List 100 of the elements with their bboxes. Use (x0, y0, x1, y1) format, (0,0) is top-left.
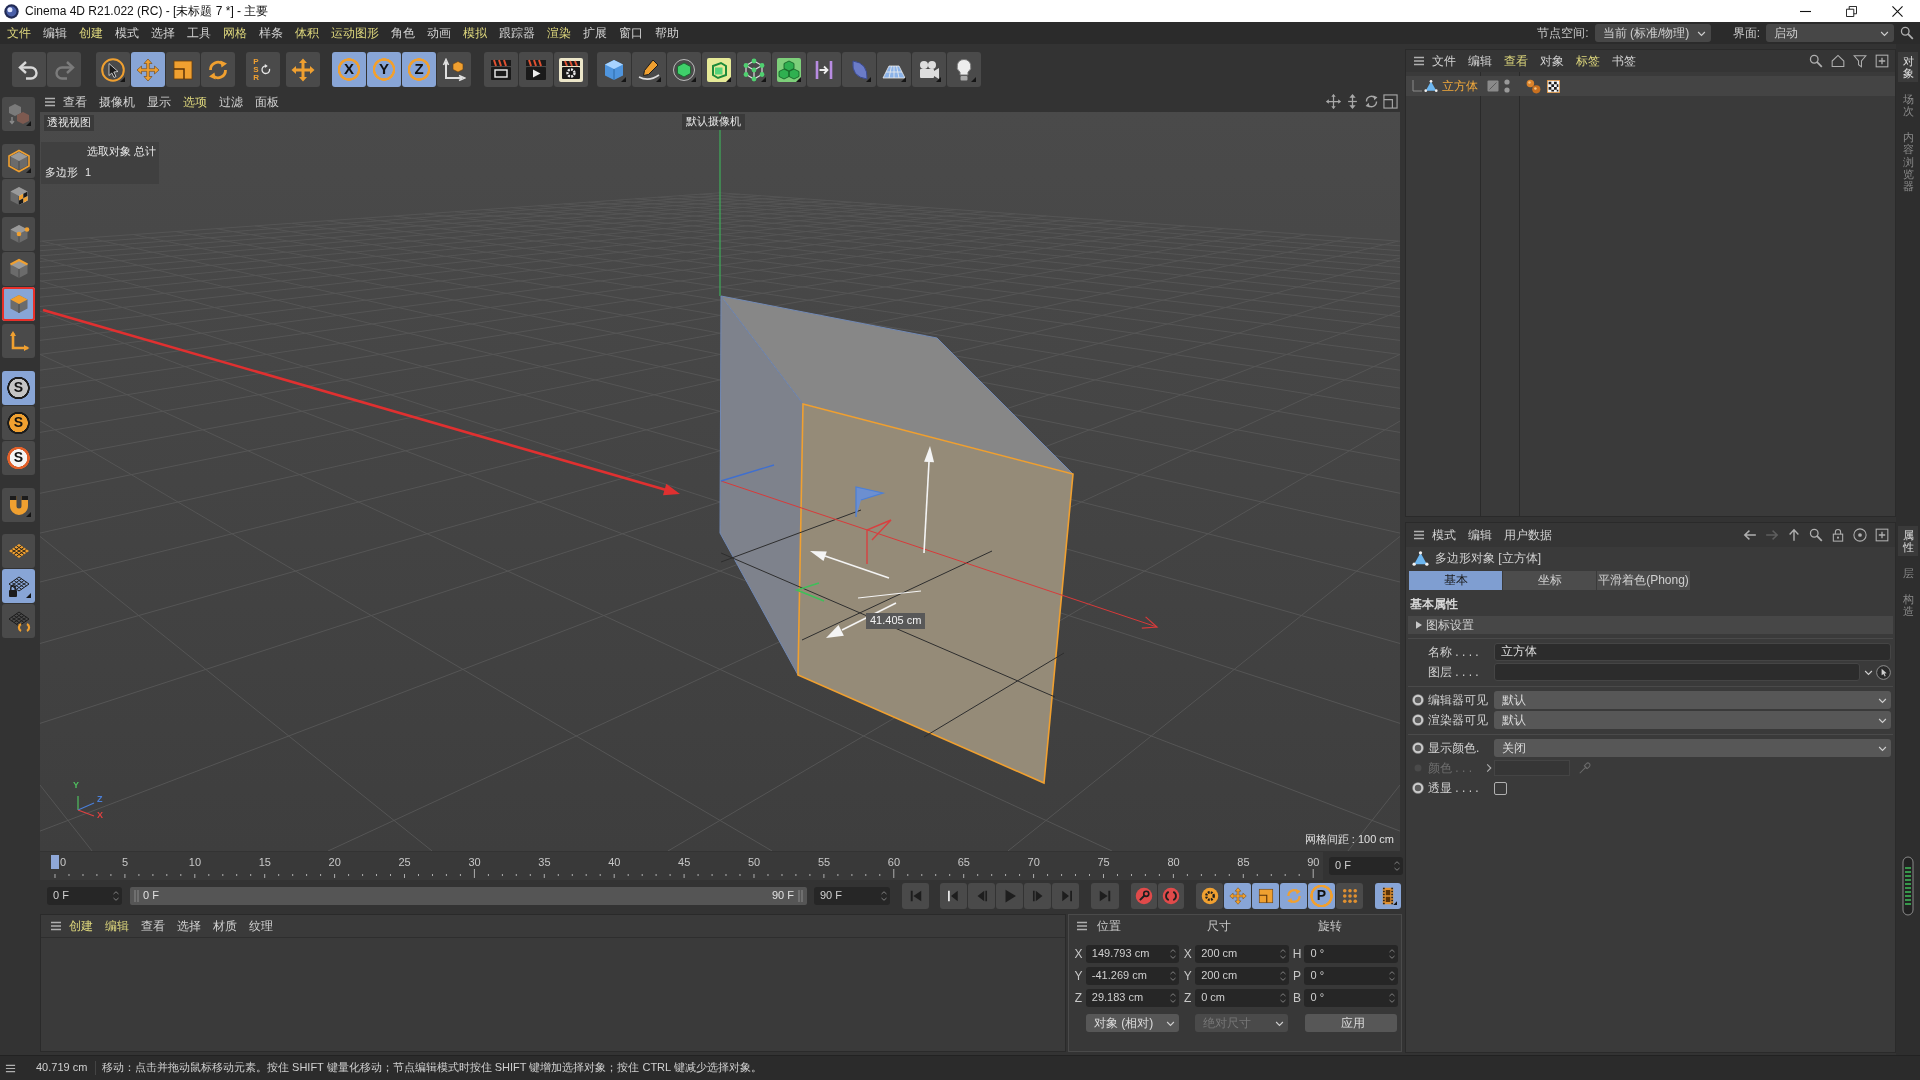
menu-item[interactable]: 运动图形 (325, 23, 385, 43)
timeline-button[interactable] (1375, 883, 1401, 909)
menu-item[interactable]: 角色 (385, 23, 421, 43)
tab[interactable]: 基本 (1409, 571, 1503, 590)
tab[interactable]: 坐标 (1503, 571, 1597, 590)
axis-mode-button[interactable] (2, 324, 35, 358)
object-row[interactable]: 立方体 (1406, 76, 1895, 96)
scale-tool-button[interactable] (166, 52, 200, 87)
axis-move-button[interactable] (286, 52, 320, 87)
viewport-menu-item[interactable]: 选项 (177, 91, 213, 112)
viewport-menu-item[interactable]: 查看 (57, 91, 93, 112)
keyframe-radio-icon[interactable] (1412, 782, 1424, 794)
z-axis-button[interactable]: Z (402, 52, 436, 87)
menu-icon[interactable] (1412, 55, 1426, 67)
menu-item[interactable]: 创建 (73, 23, 109, 43)
new-window-icon[interactable] (1875, 54, 1889, 68)
menu-item[interactable]: 模拟 (457, 23, 493, 43)
maximize-view-icon[interactable] (1383, 94, 1398, 109)
manager-menu-item[interactable]: 对象 (1534, 51, 1570, 71)
target-icon[interactable] (1853, 528, 1867, 542)
camera-button[interactable] (912, 52, 946, 87)
manager-menu-item[interactable]: 选择 (171, 916, 207, 936)
undo-button[interactable] (12, 52, 46, 87)
menu-item[interactable]: 文件 (1, 23, 37, 43)
manager-menu-item[interactable]: 创建 (63, 916, 99, 936)
menu-item[interactable]: 跟踪器 (493, 23, 541, 43)
manager-menu-item[interactable]: 纹理 (243, 916, 279, 936)
menu-item[interactable]: 扩展 (577, 23, 613, 43)
model-mode-button[interactable] (2, 144, 35, 178)
side-tab[interactable]: 属性 (1898, 526, 1918, 557)
menu-item[interactable]: 样条 (253, 23, 289, 43)
menu-item[interactable]: 渲染 (541, 23, 577, 43)
render-view-button[interactable] (519, 52, 553, 87)
pick-button[interactable] (1873, 663, 1893, 681)
texture-mode-button[interactable] (2, 179, 35, 213)
x-axis-button[interactable]: X (332, 52, 366, 87)
timeline-ruler[interactable]: 0 5 10 15 20 25 30 35 40 45 50 55 60 65 70 75 80 85 90 (40, 852, 1323, 880)
chevron-right-icon[interactable] (1486, 763, 1492, 773)
manager-menu-item[interactable]: 查看 (135, 916, 171, 936)
search-icon[interactable] (1809, 54, 1823, 68)
manager-menu-item[interactable]: 材质 (207, 916, 243, 936)
manager-menu-item[interactable]: 用户数据 (1498, 525, 1558, 545)
extrude-button[interactable] (702, 52, 736, 87)
previous-key-button[interactable] (940, 883, 967, 909)
go-to-start-button[interactable] (902, 883, 929, 909)
record-button[interactable] (1131, 883, 1157, 909)
manager-menu-item[interactable]: 文件 (1426, 51, 1462, 71)
snap-options-button[interactable]: S (2, 406, 35, 440)
rotate-view-icon[interactable] (1364, 94, 1379, 109)
end-frame-field[interactable]: 90 F (814, 887, 890, 905)
size-field[interactable]: 200 cm (1195, 967, 1289, 985)
pen-button[interactable] (632, 52, 666, 87)
manager-menu-item[interactable]: 编辑 (99, 916, 135, 936)
layout-dropdown[interactable]: 启动 (1766, 24, 1894, 42)
menu-item[interactable]: 选择 (145, 23, 181, 43)
manager-menu-item[interactable]: 模式 (1426, 525, 1462, 545)
points-mode-button[interactable] (2, 217, 35, 251)
keyframe-radio-icon[interactable] (1412, 714, 1424, 726)
size-field[interactable]: 200 cm (1195, 945, 1289, 963)
menu-item[interactable]: 帮助 (649, 23, 685, 43)
checkbox[interactable] (1494, 781, 1507, 795)
bracket-button[interactable] (807, 52, 841, 87)
menu-item[interactable]: 工具 (181, 23, 217, 43)
viewport-menu-item[interactable]: 面板 (249, 91, 285, 112)
preview-range-bar[interactable]: 0 F 90 F (130, 887, 807, 905)
lock-icon[interactable] (1831, 528, 1845, 542)
side-tab[interactable]: 层 (1898, 564, 1918, 583)
layer-field[interactable] (1494, 663, 1860, 681)
menu-icon[interactable] (4, 1062, 17, 1074)
menu-item[interactable]: 模式 (109, 23, 145, 43)
manager-menu-item[interactable]: 标签 (1570, 51, 1606, 71)
point-level-button[interactable] (1336, 883, 1363, 909)
workplane-rotate-button[interactable] (2, 604, 35, 638)
coordinate-system-button[interactable] (437, 52, 471, 87)
side-tab[interactable]: 构造 (1898, 590, 1918, 621)
viewport-menu-item[interactable]: 摄像机 (93, 91, 141, 112)
magnet-button[interactable] (2, 488, 35, 522)
dropdown-field[interactable]: 关闭 (1494, 739, 1891, 757)
parameter-key-button[interactable]: P (1308, 883, 1335, 909)
menu-icon[interactable] (1412, 529, 1426, 541)
select-tool-button[interactable] (96, 52, 130, 87)
floor-button[interactable] (877, 52, 911, 87)
viewport-menu-item[interactable]: 显示 (141, 91, 177, 112)
edges-mode-button[interactable] (2, 252, 35, 286)
start-frame-field[interactable]: 0 F (47, 887, 122, 905)
pan-view-icon[interactable] (1326, 94, 1341, 109)
size-field[interactable]: 0 cm (1195, 989, 1289, 1007)
scale-key-button[interactable] (1252, 883, 1279, 909)
home-icon[interactable] (1831, 54, 1845, 68)
menu-item[interactable]: 窗口 (613, 23, 649, 43)
keyframe-radio-icon[interactable] (1412, 742, 1424, 754)
current-frame-field[interactable]: 0 F (1329, 857, 1403, 875)
rotation-field[interactable]: 0 ° (1304, 967, 1398, 985)
position-field[interactable]: 29.183 cm (1085, 989, 1180, 1007)
dropdown-field[interactable]: 默认 (1494, 711, 1891, 729)
tab[interactable]: 平滑着色(Phong) (1597, 571, 1691, 590)
keyframe-selection-button[interactable] (1196, 883, 1223, 909)
menu-item[interactable]: 体积 (289, 23, 325, 43)
position-field[interactable]: -41.269 cm (1085, 967, 1180, 985)
collapsible-group[interactable]: 图标设置 (1408, 616, 1893, 634)
